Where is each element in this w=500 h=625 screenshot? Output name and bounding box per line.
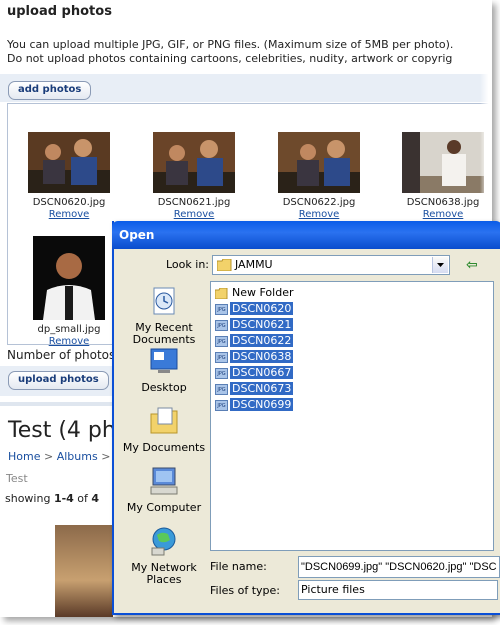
- photo-thumb: DSCN0621.jpg Remove: [153, 132, 235, 221]
- photo-filename: DSCN0621.jpg: [157, 197, 231, 208]
- photo-thumbnail-image[interactable]: [33, 236, 105, 320]
- toolbar-band: add photos: [0, 74, 492, 102]
- jpg-file-icon: JPG: [215, 367, 228, 379]
- place-network-places[interactable]: My Network Places: [122, 525, 206, 586]
- photo-thumbnail-image[interactable]: [28, 132, 110, 193]
- look-in-value: JAMMU: [235, 258, 273, 271]
- instructions-line-2: Do not upload photos containing cartoons…: [7, 52, 453, 65]
- chevron-down-icon[interactable]: [432, 257, 448, 273]
- place-label-line1: Desktop: [141, 381, 187, 394]
- list-item[interactable]: JPG DSCN0638: [215, 350, 294, 364]
- list-item[interactable]: JPG DSCN0699: [215, 398, 294, 412]
- open-file-dialog: Open Look in: JAMMU ⇦ My Recent Document…: [112, 221, 500, 615]
- list-item-folder[interactable]: New Folder: [215, 286, 295, 300]
- showing-count: showing 1-4 of 4: [5, 492, 99, 505]
- network-places-icon: [151, 527, 176, 556]
- places-bar: My Recent Documents Desktop My Documents: [122, 279, 206, 599]
- place-label-line1: My Computer: [126, 501, 202, 514]
- breadcrumb-separator: >: [43, 450, 54, 463]
- upload-photos-button[interactable]: upload photos: [8, 371, 109, 390]
- breadcrumb-home[interactable]: Home: [8, 450, 40, 463]
- photo-thumbnail-image[interactable]: [278, 132, 360, 193]
- my-computer-icon: [150, 467, 178, 495]
- album-name: Test: [6, 472, 28, 485]
- folder-icon: [215, 287, 228, 299]
- file-name: DSCN0673: [230, 382, 294, 395]
- remove-link[interactable]: Remove: [278, 209, 360, 221]
- back-arrow-icon[interactable]: ⇦: [466, 257, 478, 273]
- showing-prefix: showing: [5, 492, 54, 505]
- dialog-titlebar[interactable]: Open: [112, 221, 500, 249]
- breadcrumb-albums[interactable]: Albums: [57, 450, 98, 463]
- instructions-line-1: You can upload multiple JPG, GIF, or PNG…: [7, 38, 454, 51]
- add-photos-button[interactable]: add photos: [8, 81, 92, 100]
- file-list: New Folder JPG DSCN0620 JPG DSCN0621 JPG DS…: [210, 281, 494, 551]
- breadcrumb: Home > Albums >: [8, 450, 110, 463]
- jpg-file-icon: JPG: [215, 383, 228, 395]
- photo-thumb: dp_small.jpg Remove: [28, 236, 110, 348]
- list-item[interactable]: JPG DSCN0622: [215, 334, 294, 348]
- list-item[interactable]: JPG DSCN0620: [215, 302, 294, 316]
- photo-filename: DSCN0622.jpg: [282, 197, 356, 208]
- place-label-line1: My Documents: [122, 441, 206, 454]
- breadcrumb-separator: >: [101, 450, 111, 463]
- photo-thumbnail-image[interactable]: [402, 132, 484, 193]
- remove-link[interactable]: Remove: [28, 336, 110, 348]
- desktop-icon: [150, 348, 178, 373]
- file-name: DSCN0621: [230, 318, 294, 331]
- place-label-line2: Places: [146, 573, 182, 586]
- look-in-label: Look in:: [166, 258, 209, 271]
- number-of-photos-label: Number of photos: [7, 348, 116, 362]
- showing-total: 4: [91, 492, 100, 505]
- photo-thumbnail-image[interactable]: [153, 132, 235, 193]
- photo-filename: DSCN0638.jpg: [406, 197, 480, 208]
- file-name: DSCN0667: [230, 366, 294, 379]
- file-name-label: File name:: [210, 560, 267, 573]
- remove-link[interactable]: Remove: [153, 209, 235, 221]
- list-item[interactable]: JPG DSCN0621: [215, 318, 294, 332]
- file-name-field[interactable]: [298, 556, 500, 578]
- place-my-computer[interactable]: My Computer: [122, 465, 206, 514]
- list-item[interactable]: JPG DSCN0673: [215, 382, 294, 396]
- photo-thumb: DSCN0638.jpg Remove: [402, 132, 484, 221]
- place-my-documents[interactable]: My Documents: [122, 405, 206, 454]
- page-title: upload photos: [7, 4, 112, 19]
- photo-thumb: DSCN0622.jpg Remove: [278, 132, 360, 221]
- jpg-file-icon: JPG: [215, 399, 228, 411]
- jpg-file-icon: JPG: [215, 351, 228, 363]
- jpg-file-icon: JPG: [215, 335, 228, 347]
- album-photo-preview[interactable]: [55, 525, 113, 617]
- showing-of: of: [73, 492, 92, 505]
- file-name: DSCN0622: [230, 334, 294, 347]
- files-of-type-label: Files of type:: [210, 584, 281, 597]
- remove-link[interactable]: Remove: [28, 209, 110, 221]
- folder-icon: [217, 259, 232, 271]
- file-name: DSCN0638: [230, 350, 294, 363]
- place-recent-documents[interactable]: My Recent Documents: [122, 285, 206, 346]
- place-desktop[interactable]: Desktop: [122, 345, 206, 394]
- files-of-type-select[interactable]: Picture files: [298, 580, 498, 600]
- file-name: DSCN0620: [230, 302, 294, 315]
- photo-filename: DSCN0620.jpg: [32, 197, 106, 208]
- photo-thumb: DSCN0620.jpg Remove: [28, 132, 110, 221]
- recent-documents-icon: [153, 287, 175, 315]
- jpg-file-icon: JPG: [215, 303, 228, 315]
- file-name: New Folder: [232, 286, 294, 299]
- my-documents-icon: [150, 407, 178, 434]
- album-title: Test (4 ph: [8, 418, 116, 443]
- upload-instructions: You can upload multiple JPG, GIF, or PNG…: [7, 38, 487, 66]
- file-name: DSCN0699: [230, 398, 294, 411]
- showing-range: 1-4: [53, 492, 74, 505]
- remove-link[interactable]: Remove: [402, 209, 484, 221]
- photo-filename: dp_small.jpg: [37, 324, 101, 335]
- dialog-title: Open: [119, 228, 155, 242]
- look-in-dropdown[interactable]: JAMMU: [212, 255, 450, 275]
- list-item[interactable]: JPG DSCN0667: [215, 366, 294, 380]
- jpg-file-icon: JPG: [215, 319, 228, 331]
